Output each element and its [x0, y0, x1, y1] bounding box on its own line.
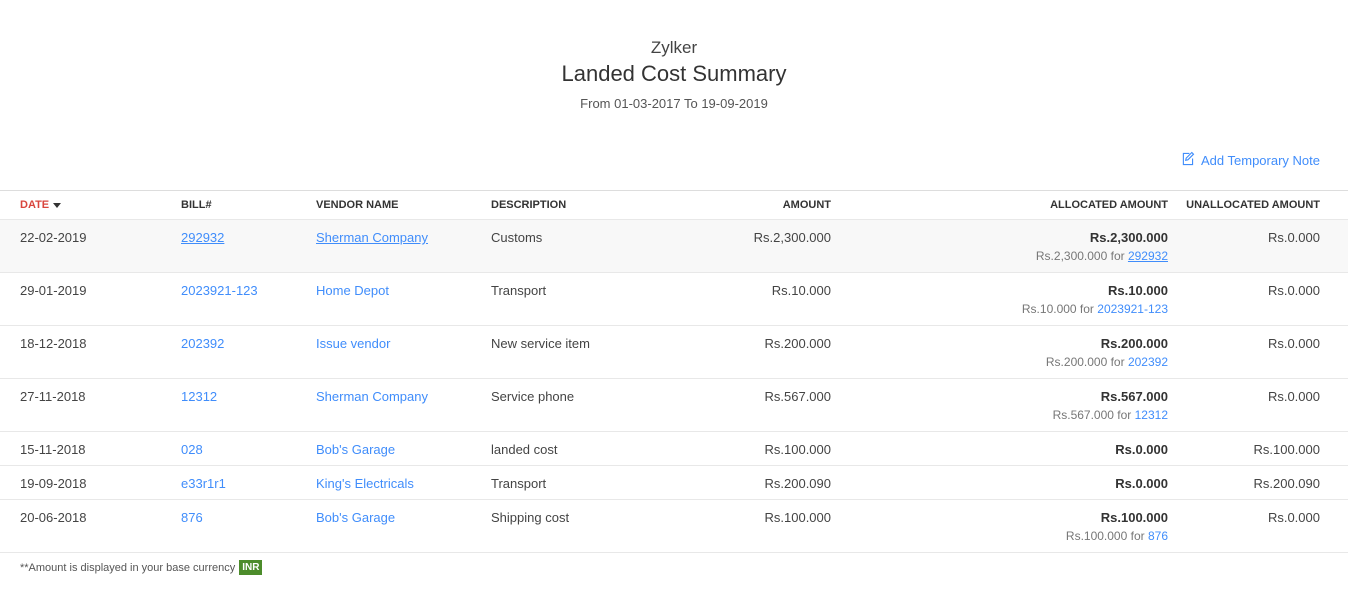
unallocated-cell: Rs.200.090 — [1253, 476, 1321, 491]
currency-badge: INR — [239, 560, 263, 575]
column-header-date[interactable]: DATE — [0, 190, 181, 220]
description-cell: Transport — [491, 283, 547, 298]
vendor-link[interactable]: Bob's Garage — [316, 442, 395, 457]
amount-cell: Rs.200.000 — [764, 336, 832, 351]
currency-footnote: **Amount is displayed in your base curre… — [20, 560, 263, 575]
unallocated-cell: Rs.0.000 — [1267, 389, 1320, 404]
bill-link[interactable]: 292932 — [181, 230, 224, 245]
allocated-cell: Rs.0.000 — [831, 432, 1168, 465]
date-cell: 20-06-2018 — [20, 510, 87, 525]
column-header-description[interactable]: DESCRIPTION — [491, 190, 671, 220]
vendor-link[interactable]: Sherman Company — [316, 389, 428, 404]
bill-link[interactable]: 12312 — [181, 389, 217, 404]
column-header-vendor[interactable]: VENDOR NAME — [316, 190, 491, 220]
unallocated-cell: Rs.0.000 — [1267, 336, 1320, 351]
amount-cell: Rs.200.090 — [764, 476, 832, 491]
table-row: 15-11-2018 028 Bob's Garage landed cost … — [0, 431, 1348, 466]
allocated-amount: Rs.2,300.000 — [1089, 230, 1168, 245]
table-row: 18-12-2018 202392 Issue vendor New servi… — [0, 325, 1348, 379]
date-cell: 15-11-2018 — [20, 442, 86, 457]
description-cell: Shipping cost — [491, 510, 570, 525]
allocated-amount: Rs.0.000 — [1115, 442, 1168, 457]
amount-cell: Rs.10.000 — [771, 283, 831, 298]
unallocated-cell: Rs.0.000 — [1267, 230, 1320, 245]
allocated-amount: Rs.0.000 — [1115, 476, 1168, 491]
vendor-link[interactable]: Issue vendor — [316, 336, 390, 351]
column-header-amount[interactable]: AMOUNT — [671, 190, 831, 220]
table-row: 20-06-2018 876 Bob's Garage Shipping cos… — [0, 499, 1348, 553]
allocated-detail-text: Rs.200.000 for — [1045, 355, 1128, 369]
allocated-cell: Rs.2,300.000 Rs.2,300.000 for 292932 — [831, 220, 1168, 272]
bill-link[interactable]: 202392 — [181, 336, 224, 351]
table-row: 22-02-2019 292932 Sherman Company Custom… — [0, 219, 1348, 273]
allocated-bill-link[interactable]: 202392 — [1128, 355, 1168, 369]
description-cell: landed cost — [491, 442, 558, 457]
allocated-detail-text: Rs.2,300.000 for — [1035, 249, 1128, 263]
vendor-link[interactable]: King's Electricals — [316, 476, 414, 491]
date-cell: 19-09-2018 — [20, 476, 87, 491]
allocated-detail-text: Rs.10.000 for — [1021, 302, 1098, 316]
report-title: Landed Cost Summary — [561, 61, 787, 86]
allocated-detail: Rs.100.000 for 876 — [831, 529, 1168, 543]
allocated-detail-text: Rs.567.000 for — [1052, 408, 1135, 422]
description-cell: New service item — [491, 336, 590, 351]
allocated-detail: Rs.10.000 for 2023921-123 — [831, 302, 1168, 316]
organization-name: Zylker — [650, 38, 698, 57]
add-temporary-note-label: Add Temporary Note — [1201, 152, 1320, 168]
landed-cost-table: DATE BILL# VENDOR NAME DESCRIPTION AMOUN… — [0, 190, 1348, 553]
amount-cell: Rs.567.000 — [764, 389, 832, 404]
bill-link[interactable]: e33r1r1 — [181, 476, 226, 491]
column-header-unallocated[interactable]: UNALLOCATED AMOUNT — [1168, 190, 1348, 220]
allocated-bill-link[interactable]: 2023921-123 — [1097, 302, 1168, 316]
edit-note-icon — [1180, 151, 1195, 169]
table-row: 29-01-2019 2023921-123 Home Depot Transp… — [0, 272, 1348, 326]
description-cell: Customs — [491, 230, 543, 245]
unallocated-cell: Rs.0.000 — [1267, 510, 1320, 525]
allocated-cell: Rs.10.000 Rs.10.000 for 2023921-123 — [831, 273, 1168, 325]
date-cell: 22-02-2019 — [20, 230, 87, 245]
description-cell: Service phone — [491, 389, 575, 404]
sort-desc-icon — [53, 202, 62, 208]
vendor-link[interactable]: Sherman Company — [316, 230, 428, 245]
allocated-cell: Rs.567.000 Rs.567.000 for 12312 — [831, 379, 1168, 431]
unallocated-cell: Rs.0.000 — [1267, 283, 1320, 298]
allocated-cell: Rs.200.000 Rs.200.000 for 202392 — [831, 326, 1168, 378]
footnote-text: **Amount is displayed in your base curre… — [20, 561, 236, 574]
allocated-detail-text: Rs.100.000 for — [1065, 529, 1148, 543]
allocated-amount: Rs.200.000 — [1100, 336, 1168, 351]
vendor-link[interactable]: Bob's Garage — [316, 510, 395, 525]
allocated-amount: Rs.567.000 — [1100, 389, 1168, 404]
column-header-allocated[interactable]: ALLOCATED AMOUNT — [831, 190, 1168, 220]
description-cell: Transport — [491, 476, 547, 491]
column-header-bill[interactable]: BILL# — [181, 190, 316, 220]
allocated-detail: Rs.200.000 for 202392 — [831, 355, 1168, 369]
allocated-cell: Rs.0.000 — [831, 466, 1168, 499]
allocated-detail: Rs.2,300.000 for 292932 — [831, 249, 1168, 263]
unallocated-cell: Rs.100.000 — [1253, 442, 1321, 457]
allocated-amount: Rs.100.000 — [1100, 510, 1168, 525]
date-cell: 27-11-2018 — [20, 389, 86, 404]
table-header-row: DATE BILL# VENDOR NAME DESCRIPTION AMOUN… — [0, 190, 1348, 220]
amount-cell: Rs.2,300.000 — [753, 230, 831, 245]
allocated-bill-link[interactable]: 12312 — [1135, 408, 1168, 422]
bill-link[interactable]: 028 — [181, 442, 203, 457]
bill-link[interactable]: 2023921-123 — [181, 283, 258, 298]
table-row: 27-11-2018 12312 Sherman Company Service… — [0, 378, 1348, 432]
allocated-amount: Rs.10.000 — [1108, 283, 1168, 298]
date-cell: 29-01-2019 — [20, 283, 87, 298]
vendor-link[interactable]: Home Depot — [316, 283, 389, 298]
allocated-cell: Rs.100.000 Rs.100.000 for 876 — [831, 500, 1168, 552]
add-temporary-note-button[interactable]: Add Temporary Note — [1180, 151, 1320, 169]
date-range: From 01-03-2017 To 19-09-2019 — [580, 96, 768, 111]
allocated-detail: Rs.567.000 for 12312 — [831, 408, 1168, 422]
date-cell: 18-12-2018 — [20, 336, 87, 351]
amount-cell: Rs.100.000 — [764, 510, 832, 525]
amount-cell: Rs.100.000 — [764, 442, 832, 457]
allocated-bill-link[interactable]: 292932 — [1128, 249, 1168, 263]
bill-link[interactable]: 876 — [181, 510, 203, 525]
table-row: 19-09-2018 e33r1r1 King's Electricals Tr… — [0, 465, 1348, 500]
allocated-bill-link[interactable]: 876 — [1148, 529, 1168, 543]
